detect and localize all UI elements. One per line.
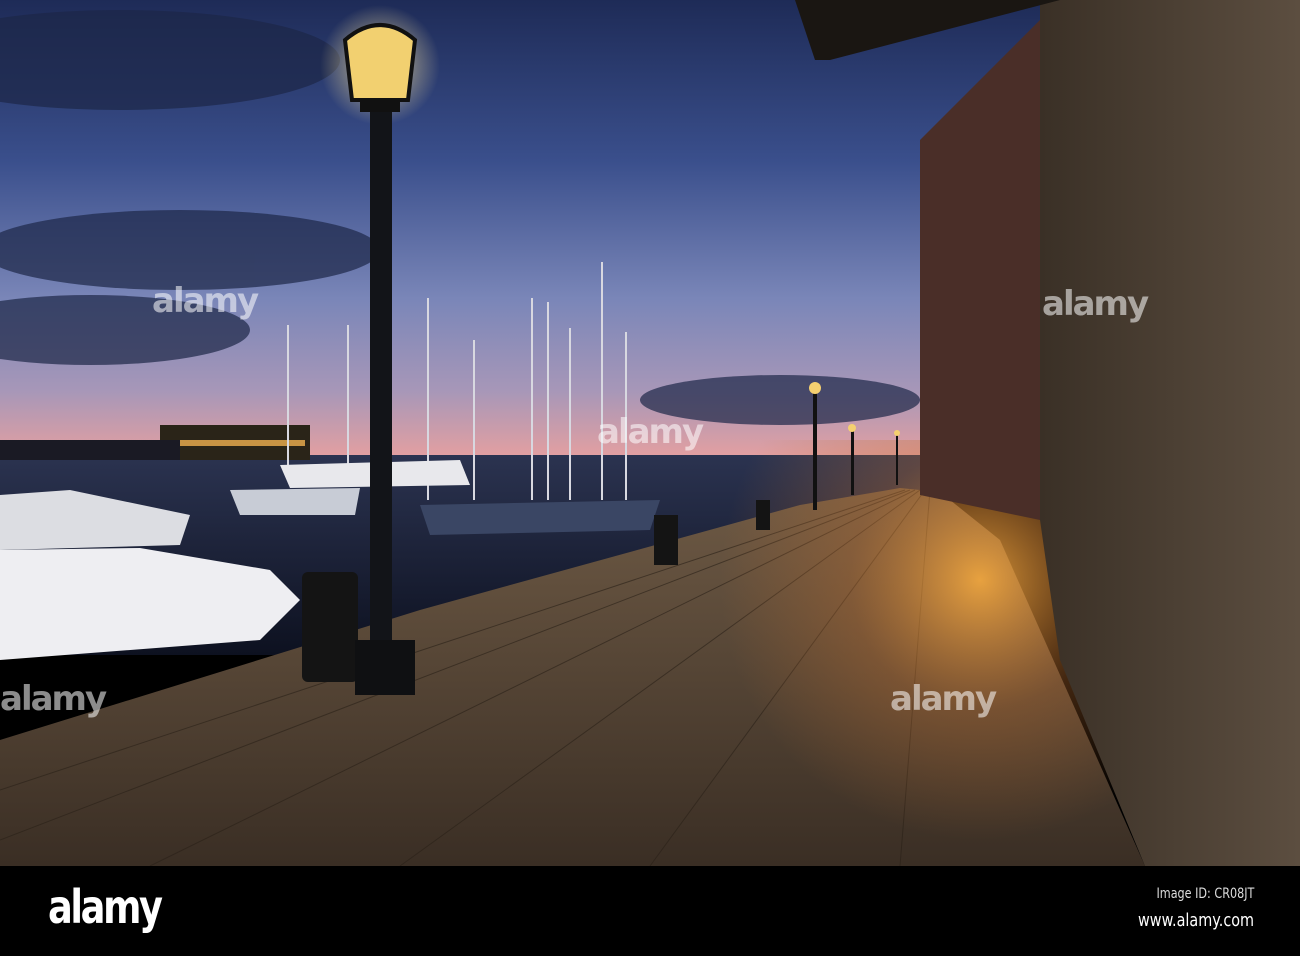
watermark-text: alamy: [597, 412, 704, 452]
watermark-text: alamy: [0, 679, 107, 719]
watermark-text: alamy: [1042, 284, 1149, 324]
alamy-logo[interactable]: alamy: [48, 880, 163, 934]
stock-photo-page: alamy alamy alamy alamy alamy alamy Imag…: [0, 0, 1300, 956]
harbor-boardwalk-photo: alamy alamy alamy alamy alamy: [0, 0, 1300, 866]
footer-bar: alamy Image ID: CR08JT www.alamy.com: [0, 866, 1300, 956]
watermark-text: alamy: [152, 281, 259, 321]
watermark-text: alamy: [890, 679, 997, 719]
image-id: Image ID: CR08JT: [1156, 886, 1254, 902]
site-url[interactable]: www.alamy.com: [1138, 910, 1254, 931]
